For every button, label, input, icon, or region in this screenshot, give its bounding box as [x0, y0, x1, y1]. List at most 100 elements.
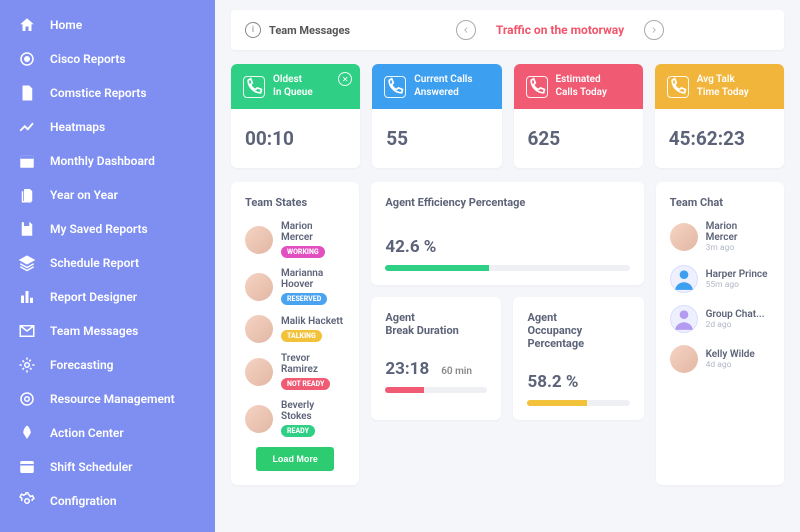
sidebar-item-schedule-report[interactable]: Schedule Report — [0, 246, 215, 280]
sidebar-item-label: My Saved Reports — [50, 222, 148, 236]
chat-name: Kelly Wilde — [706, 349, 755, 360]
sidebar-item-team-messages[interactable]: Team Messages — [0, 314, 215, 348]
sidebar-item-forecasting[interactable]: Forecasting — [0, 348, 215, 382]
sidebar-item-comstice-reports[interactable]: Comstice Reports — [0, 76, 215, 110]
save-icon — [18, 220, 36, 238]
break-value: 23:18 — [385, 359, 429, 379]
chat-item[interactable]: Kelly Wilde4d ago — [670, 345, 770, 373]
cog-icon — [18, 492, 36, 510]
main-content: i Team Messages Traffic on the motorway … — [215, 0, 800, 532]
avatar — [245, 405, 273, 433]
stat-card: Oldest In Queue ✕ 00:10 — [231, 64, 360, 168]
next-message-button[interactable] — [644, 20, 664, 40]
sidebar: Home Cisco Reports Comstice Reports Heat… — [0, 0, 215, 532]
break-bar — [385, 387, 487, 393]
schedule-icon — [18, 458, 36, 476]
card-title: Estimated Calls Today — [556, 74, 607, 99]
sidebar-item-my-saved-reports[interactable]: My Saved Reports — [0, 212, 215, 246]
files-icon — [18, 186, 36, 204]
chat-name: Marion Mercer — [706, 221, 770, 243]
chat-time: 2d ago — [706, 320, 765, 330]
layers-icon — [18, 254, 36, 272]
panel-title: Agent Efficiency Percentage — [385, 196, 629, 209]
sidebar-item-label: Heatmaps — [50, 120, 105, 134]
person-name: Marianna Hoover — [281, 268, 345, 290]
prev-message-button[interactable] — [456, 20, 476, 40]
sidebar-item-heatmaps[interactable]: Heatmaps — [0, 110, 215, 144]
avatar — [245, 315, 273, 343]
status-badge: TALKING — [281, 330, 322, 342]
team-state-row[interactable]: Marianna Hoover RESERVED — [245, 268, 345, 305]
sidebar-item-year-on-year[interactable]: Year on Year — [0, 178, 215, 212]
sidebar-item-label: Cisco Reports — [50, 52, 126, 66]
panel-title: Team Chat — [670, 196, 770, 209]
panel-title: Agent Break Duration — [385, 311, 487, 337]
break-max: 60 min — [441, 366, 472, 377]
panel-title: Team States — [245, 196, 345, 209]
avatar-icon — [670, 305, 698, 333]
team-chat-panel: Team Chat Marion Mercer3m ago Harper Prin… — [656, 182, 784, 485]
sidebar-item-label: Team Messages — [50, 324, 138, 338]
card-header: Estimated Calls Today — [514, 64, 643, 109]
agent-efficiency-panel: Agent Efficiency Percentage 42.6 % — [371, 182, 643, 285]
phone-icon — [243, 76, 265, 98]
sidebar-item-home[interactable]: Home — [0, 8, 215, 42]
status-badge: RESERVED — [281, 293, 327, 305]
chat-time: 55m ago — [706, 280, 768, 290]
chat-name: Group Chat... — [706, 309, 765, 320]
sidebar-item-label: Monthly Dashboard — [50, 154, 155, 168]
status-badge: WORKING — [281, 246, 325, 258]
sidebar-item-action-center[interactable]: Action Center — [0, 416, 215, 450]
chat-item[interactable]: Group Chat...2d ago — [670, 305, 770, 333]
occupancy-value: 58.2 % — [527, 372, 578, 392]
card-title: Current Calls Answered — [414, 74, 472, 99]
settings-icon — [18, 390, 36, 408]
efficiency-value: 42.6 % — [385, 237, 436, 257]
sidebar-item-label: Shift Scheduler — [50, 460, 133, 474]
sidebar-item-label: Forecasting — [50, 358, 113, 372]
efficiency-bar — [385, 265, 629, 271]
gear-icon — [18, 356, 36, 374]
sidebar-item-report-designer[interactable]: Report Designer — [0, 280, 215, 314]
chat-item[interactable]: Marion Mercer3m ago — [670, 221, 770, 253]
card-header: Avg Talk Time Today — [655, 64, 784, 109]
chat-time: 4d ago — [706, 360, 755, 370]
sidebar-item-label: Home — [50, 18, 82, 32]
agent-occupancy-panel: Agent Occupancy Percentage 58.2 % — [513, 297, 643, 420]
sidebar-item-configration[interactable]: Configration — [0, 484, 215, 518]
team-state-row[interactable]: Beverly Stokes READY — [245, 400, 345, 437]
home-icon — [18, 16, 36, 34]
card-title: Avg Talk Time Today — [697, 74, 749, 99]
team-messages-label: Team Messages — [269, 24, 350, 37]
avatar — [245, 273, 273, 301]
rocket-icon — [18, 424, 36, 442]
team-state-row[interactable]: Marion Mercer WORKING — [245, 221, 345, 258]
sidebar-item-label: Year on Year — [50, 188, 118, 202]
chat-time: 3m ago — [706, 243, 770, 253]
sidebar-item-label: Action Center — [50, 426, 124, 440]
sidebar-item-resource-management[interactable]: Resource Management — [0, 382, 215, 416]
chart-line-icon — [18, 118, 36, 136]
target-icon — [18, 50, 36, 68]
card-value: 625 — [514, 109, 643, 168]
status-badge: READY — [281, 425, 315, 437]
sidebar-item-monthly-dashboard[interactable]: Monthly Dashboard — [0, 144, 215, 178]
chat-item[interactable]: Harper Prince55m ago — [670, 265, 770, 293]
sidebar-item-shift-scheduler[interactable]: Shift Scheduler — [0, 450, 215, 484]
person-name: Trevor Ramirez — [281, 353, 345, 375]
stat-card: Avg Talk Time Today 45:62:23 — [655, 64, 784, 168]
avatar — [670, 345, 698, 373]
load-more-button[interactable]: Load More — [256, 447, 334, 471]
team-state-row[interactable]: Malik Hackett TALKING — [245, 315, 345, 343]
calendar-icon — [18, 152, 36, 170]
person-name: Marion Mercer — [281, 221, 345, 243]
panel-title: Agent Occupancy Percentage — [527, 311, 629, 350]
sidebar-item-cisco-reports[interactable]: Cisco Reports — [0, 42, 215, 76]
chat-name: Harper Prince — [706, 269, 768, 280]
sidebar-item-label: Schedule Report — [50, 256, 139, 270]
person-name: Beverly Stokes — [281, 400, 345, 422]
card-header: Oldest In Queue ✕ — [231, 64, 360, 109]
close-icon[interactable]: ✕ — [338, 72, 352, 86]
agent-break-panel: Agent Break Duration 23:18 60 min — [371, 297, 501, 420]
team-state-row[interactable]: Trevor Ramirez NOT READY — [245, 353, 345, 390]
